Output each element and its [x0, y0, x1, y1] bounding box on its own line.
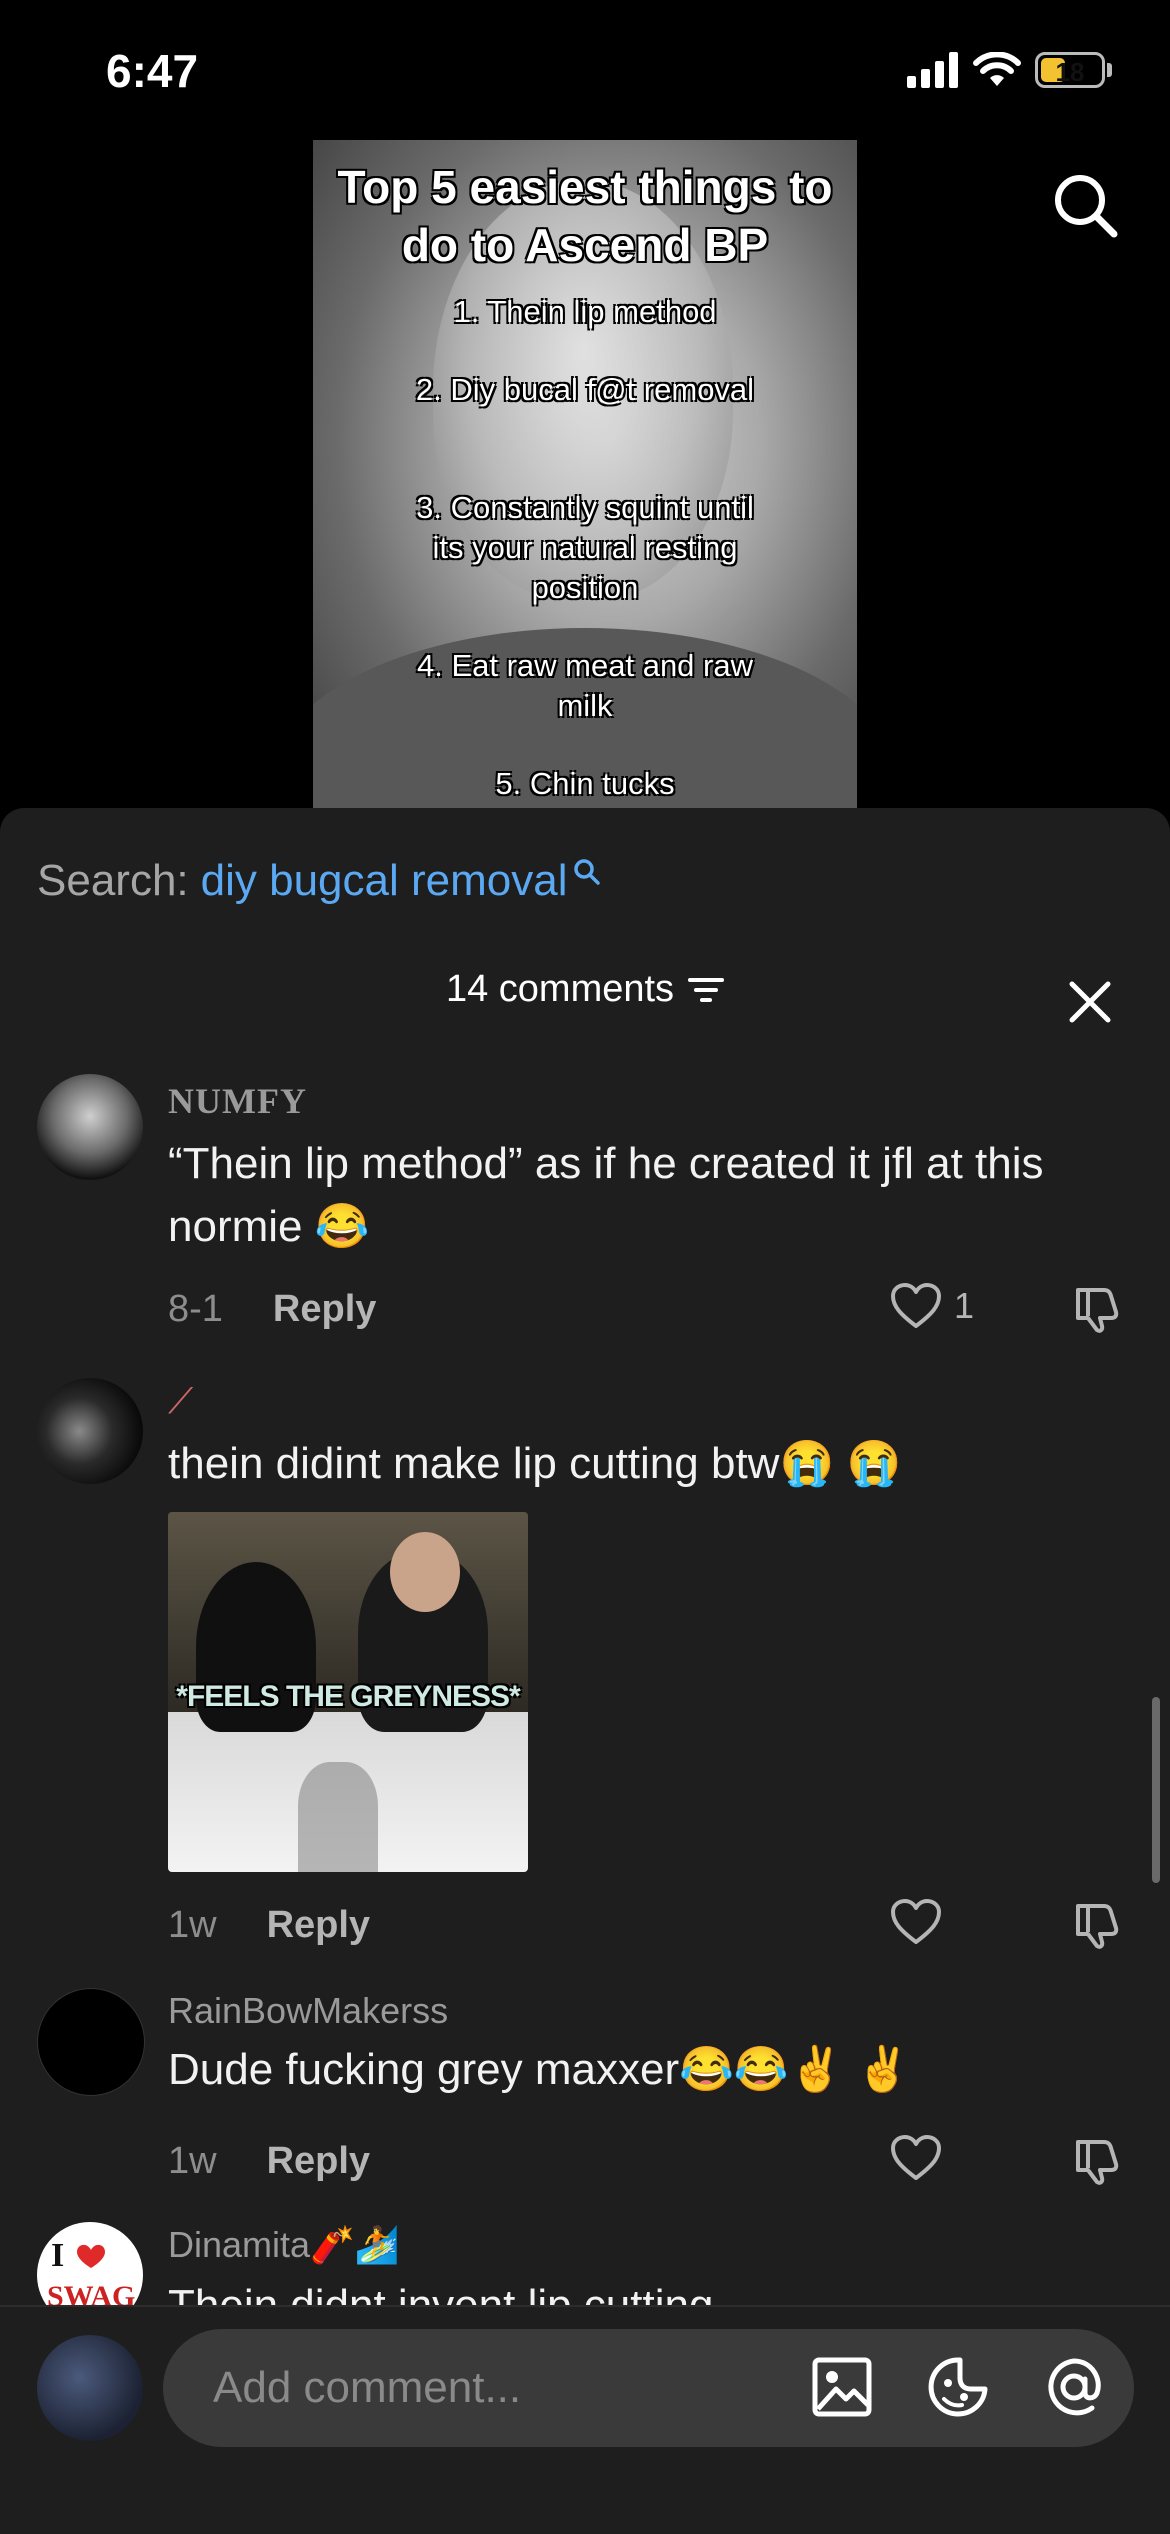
- avatar[interactable]: I SWAG: [37, 2222, 143, 2305]
- battery-indicator: 18: [1035, 52, 1105, 88]
- thumbs-down-icon[interactable]: [1072, 1898, 1124, 1950]
- search-suggestion[interactable]: Search: diy bugcal removal: [37, 856, 602, 906]
- comment-username[interactable]: RainBowMakerss: [168, 1990, 448, 2032]
- video-list-item: 4. Eat raw meat and raw milk: [417, 648, 753, 723]
- avatar[interactable]: [37, 1988, 145, 2096]
- gif-figure: [298, 1762, 378, 1872]
- comment-meta: 1w Reply: [168, 2140, 370, 2183]
- reply-button[interactable]: Reply: [267, 1904, 370, 1947]
- comments-count: 14 comments: [445, 968, 675, 1010]
- comment-time: 1w: [168, 1904, 217, 1946]
- video-title-overlay: Top 5 easiest things to do to Ascend BP: [337, 161, 833, 271]
- heart-icon: [891, 1899, 941, 1944]
- comment-gif-image[interactable]: *FEELS THE GREYNESS*: [168, 1512, 528, 1872]
- comment-username[interactable]: ⟋: [168, 1380, 193, 1423]
- comment-text: Dude fucking grey maxxer😂😂✌️ ✌️: [168, 2045, 911, 2094]
- comment-meta: 8-1 Reply: [168, 1288, 376, 1331]
- battery-percent: 18: [1055, 57, 1085, 87]
- thumbs-down-icon[interactable]: [1072, 2134, 1124, 2186]
- scrollbar[interactable]: [1152, 1697, 1160, 1883]
- comments-header: 14 comments: [0, 968, 1170, 1038]
- comment-item: I SWAG Dinamita🧨🏄 Thein didnt invent lip…: [0, 2218, 1170, 2305]
- comment-composer: Add comment...: [0, 2305, 1170, 2534]
- cellular-signal-icon: [907, 52, 958, 88]
- svg-text:SWAG: SWAG: [47, 2280, 135, 2305]
- video-thumbnail[interactable]: Top 5 easiest things to do to Ascend BP …: [313, 140, 857, 808]
- composer-actions: [810, 2355, 1106, 2419]
- comment-username[interactable]: Dinamita🧨🏄: [168, 2224, 400, 2266]
- avatar[interactable]: [37, 1378, 143, 1484]
- gif-person-head: [390, 1532, 460, 1612]
- image-icon[interactable]: [810, 2355, 874, 2419]
- my-avatar[interactable]: [37, 2335, 143, 2441]
- search-small-icon: [573, 859, 600, 885]
- heart-icon: [891, 2135, 941, 2180]
- thumbs-down-icon[interactable]: [1072, 1282, 1124, 1334]
- battery-nub: [1107, 63, 1112, 77]
- sticker-emoji-icon[interactable]: [926, 2355, 990, 2419]
- close-icon[interactable]: [1064, 976, 1116, 1028]
- comment-username[interactable]: NUMFY: [168, 1080, 307, 1122]
- like-button[interactable]: [890, 2134, 942, 2182]
- like-count: 1: [954, 1285, 975, 1326]
- reply-button[interactable]: Reply: [267, 2140, 370, 2183]
- search-query-link[interactable]: diy bugcal removal: [201, 856, 568, 906]
- wifi-icon: [973, 52, 1021, 86]
- video-list-item: 2. Diy bucal f@t removal: [415, 372, 755, 407]
- reply-button[interactable]: Reply: [273, 1288, 376, 1331]
- svg-text:I: I: [51, 2237, 64, 2274]
- like-button[interactable]: 1: [890, 1282, 974, 1330]
- comment-time: 1w: [168, 2140, 217, 2182]
- gif-caption: *FEELS THE GREYNESS*: [176, 1680, 520, 1713]
- comment-text: Thein didnt invent lip cutting: [168, 2274, 1068, 2305]
- heart-icon: [891, 1283, 941, 1328]
- status-time: 6:47: [106, 45, 199, 97]
- comment-meta: 1w Reply: [168, 1904, 370, 1947]
- status-bar: 6:47 18: [0, 0, 1170, 140]
- comment-text: thein didint make lip cutting btw😭 😭: [168, 1439, 902, 1488]
- search-icon[interactable]: [1050, 170, 1120, 240]
- search-label: Search:: [37, 856, 189, 905]
- avatar-logo-image: I SWAG: [47, 2237, 135, 2305]
- comment-time: 8-1: [168, 1288, 223, 1330]
- add-comment-placeholder: Add comment...: [213, 2363, 522, 2412]
- add-comment-input[interactable]: Add comment...: [163, 2329, 1134, 2447]
- status-icons: 18: [907, 52, 1112, 88]
- video-list-item: 3. Constantly squint until its your natu…: [416, 490, 754, 605]
- video-list-item: 1. Thein lip method: [453, 294, 717, 329]
- like-button[interactable]: [890, 1898, 942, 1946]
- sort-filter-icon[interactable]: [688, 975, 725, 1005]
- video-list-item: 5. Chin tucks: [495, 766, 675, 801]
- mention-at-icon[interactable]: [1042, 2355, 1106, 2419]
- comment-text: “Thein lip method” as if he created it j…: [168, 1139, 1044, 1251]
- avatar[interactable]: [37, 1074, 143, 1180]
